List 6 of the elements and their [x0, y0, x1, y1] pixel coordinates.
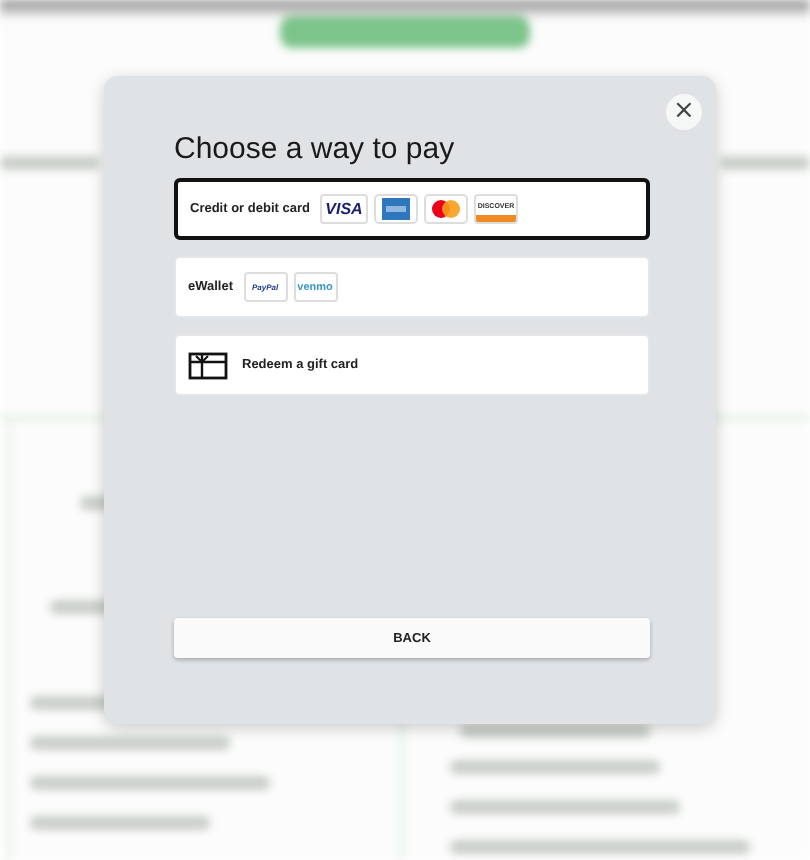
gift-card-icon	[188, 351, 228, 379]
dialog-title: Choose a way to pay	[174, 132, 457, 166]
close-button[interactable]: ×	[666, 94, 702, 130]
card-logo-icon	[423, 194, 468, 224]
card-logo: VISA	[319, 194, 368, 224]
card-logo-icon	[373, 194, 418, 224]
